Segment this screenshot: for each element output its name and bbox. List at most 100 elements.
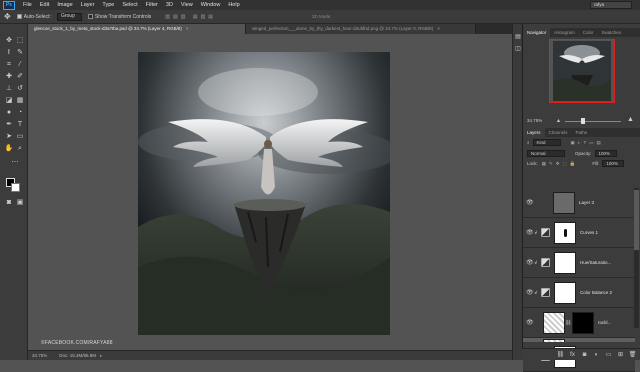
filter-icons[interactable]: ▣◐T▭▤ — [571, 140, 604, 146]
path-selection-tool-icon[interactable]: ➤ — [4, 132, 14, 142]
link-layers-icon[interactable]: ⛓ — [556, 351, 565, 358]
fill-field[interactable]: 100% — [602, 160, 625, 167]
layer-name[interactable]: rockl... — [598, 320, 611, 325]
tab-swatches[interactable]: Swatches — [598, 28, 626, 37]
quick-mask-icon[interactable]: ◙ — [4, 198, 14, 208]
menu-filter[interactable]: Filter — [146, 2, 158, 8]
eye-icon[interactable]: 👁 — [526, 199, 534, 206]
filter-kind-dropdown[interactable]: Kind — [532, 139, 561, 146]
screen-mode-icon[interactable]: ▣ — [15, 198, 25, 208]
quick-select-tool-icon[interactable]: ✎ — [15, 48, 25, 58]
layer-mask-thumbnail[interactable] — [554, 221, 576, 244]
history-brush-tool-icon[interactable]: ↺ — [15, 84, 25, 94]
zoom-tool-icon[interactable]: ⌕ — [15, 144, 25, 154]
layer-style-icon[interactable]: fx — [568, 352, 577, 358]
status-arrow-icon[interactable]: ▸ — [100, 353, 102, 359]
zoom-slider-thumb[interactable] — [581, 118, 585, 124]
tab-navigator[interactable]: Navigator — [523, 28, 551, 37]
workspace-select[interactable]: rafya — [590, 1, 632, 9]
blur-tool-icon[interactable]: ● — [4, 108, 14, 118]
menu-image[interactable]: Image — [57, 2, 72, 8]
layer-mask-thumbnail[interactable] — [572, 311, 594, 334]
clone-stamp-tool-icon[interactable]: ⊥ — [4, 84, 14, 94]
chain-icon[interactable]: ⛓ — [565, 320, 571, 326]
zoom-slider-track[interactable] — [565, 121, 621, 122]
lasso-tool-icon[interactable]: ℓ — [4, 48, 14, 58]
close-icon[interactable]: × — [186, 26, 189, 31]
layers-scrollbar-thumb[interactable] — [634, 190, 639, 250]
new-group-icon[interactable]: ▭ — [604, 351, 613, 358]
menu-bar: Ps File Edit Image Layer Type Select Fil… — [0, 0, 640, 10]
crop-tool-icon[interactable]: ⌗ — [4, 60, 14, 70]
layer-row[interactable]: 👁 Layer 3 — [523, 188, 635, 218]
right-panels: Navigator Histogram Color Swatches 34.75… — [522, 24, 640, 372]
menu-edit[interactable]: Edit — [40, 2, 49, 8]
brush-tool-icon[interactable]: ✐ — [15, 72, 25, 82]
menu-help[interactable]: Help — [228, 2, 239, 8]
show-transform-checkbox[interactable]: Show Transform Controls — [87, 14, 151, 20]
layer-row[interactable]: 👁 ↲ Hue/Saturatio... — [523, 248, 635, 278]
status-zoom[interactable]: 34.75% — [32, 353, 47, 358]
layer-name[interactable]: Color Balance 2 — [580, 290, 612, 295]
menu-view[interactable]: View — [181, 2, 193, 8]
more-tools-icon[interactable]: ⋯ — [10, 158, 20, 168]
menu-3d[interactable]: 3D — [166, 2, 173, 8]
hand-tool-icon[interactable]: ✋ — [4, 144, 14, 154]
marquee-tool-icon[interactable]: ⬚ — [15, 36, 25, 46]
layer-row[interactable]: 👁 ↲ Curves 1 — [523, 218, 635, 248]
auto-select-checkbox[interactable]: Auto-Select: — [16, 13, 51, 20]
auto-select-label: Auto-Select: — [23, 13, 51, 20]
menu-layer[interactable]: Layer — [81, 2, 95, 8]
zoom-in-icon[interactable]: ▲ — [627, 116, 634, 123]
layer-row[interactable]: 👁 ⛓ rockl... — [523, 308, 635, 338]
eye-icon[interactable]: 👁 — [526, 289, 534, 296]
type-tool-icon[interactable]: T — [15, 120, 25, 130]
menu-select[interactable]: Select — [122, 2, 137, 8]
eyedropper-tool-icon[interactable]: ⁄ — [15, 60, 25, 70]
layer-name[interactable]: Hue/Saturatio... — [580, 260, 611, 265]
eraser-tool-icon[interactable]: ◪ — [4, 96, 14, 106]
gradient-tool-icon[interactable]: ▦ — [15, 96, 25, 106]
add-mask-icon[interactable]: ◙ — [580, 352, 589, 358]
shape-tool-icon[interactable]: ▭ — [15, 132, 25, 142]
pen-tool-icon[interactable]: ✒ — [4, 120, 14, 130]
layer-mask-thumbnail[interactable] — [554, 251, 576, 274]
menu-window[interactable]: Window — [201, 2, 221, 8]
eye-icon[interactable]: 👁 — [526, 229, 534, 236]
healing-brush-tool-icon[interactable]: ✚ — [4, 72, 14, 82]
doc-tab-active[interactable]: glencoe_stock_1_by_meta_stock-d3a7tba.ps… — [28, 24, 246, 34]
close-icon[interactable]: × — [437, 26, 440, 31]
menu-file[interactable]: File — [23, 2, 32, 8]
doc-tab[interactable]: winged_perfection___alone_by_thy_darkest… — [246, 24, 476, 34]
delete-layer-icon[interactable]: 🗑 — [628, 351, 637, 358]
layer-mask-thumbnail[interactable] — [554, 281, 576, 304]
tab-channels[interactable]: Channels — [545, 128, 572, 137]
background-color-swatch[interactable] — [11, 183, 20, 192]
search-icon: ⌕ — [527, 140, 530, 145]
curves-adjustment-icon — [541, 228, 550, 237]
opacity-field[interactable]: 100% — [594, 150, 617, 157]
tab-paths[interactable]: Paths — [572, 128, 592, 137]
new-layer-icon[interactable]: ⊞ — [616, 351, 625, 358]
dodge-tool-icon[interactable]: ◔ — [15, 108, 25, 118]
align-icons[interactable]: ▥▤▥ ▤▥▤ — [165, 14, 216, 20]
navigator-zoom-value[interactable]: 34.75% — [527, 118, 542, 123]
navigator-view-box[interactable] — [549, 39, 615, 103]
tab-color[interactable]: Color — [579, 28, 598, 37]
move-tool-icon[interactable]: ✥ — [4, 12, 11, 21]
adjustment-layer-icon[interactable]: ◐ — [592, 352, 601, 358]
lock-icons[interactable]: ▦✎✥⬚🔒 — [542, 161, 579, 167]
layer-row[interactable]: 👁 ↲ Color Balance 2 — [523, 278, 635, 308]
layer-name[interactable]: Layer 3 — [579, 200, 594, 205]
eye-icon[interactable]: 👁 — [526, 319, 534, 326]
menu-type[interactable]: Type — [102, 2, 114, 8]
tab-histogram[interactable]: Histogram — [550, 28, 579, 37]
auto-select-dropdown[interactable]: Group — [56, 12, 82, 21]
tab-layers[interactable]: Layers — [523, 128, 545, 137]
eye-icon[interactable]: 👁 — [526, 259, 534, 266]
zoom-out-icon[interactable]: ▴ — [557, 117, 560, 124]
blend-mode-dropdown[interactable]: Normal — [527, 150, 565, 157]
move-tool-icon[interactable]: ✥ — [4, 36, 14, 46]
layer-name[interactable]: Curves 1 — [580, 230, 598, 235]
document-artwork[interactable] — [138, 52, 390, 335]
